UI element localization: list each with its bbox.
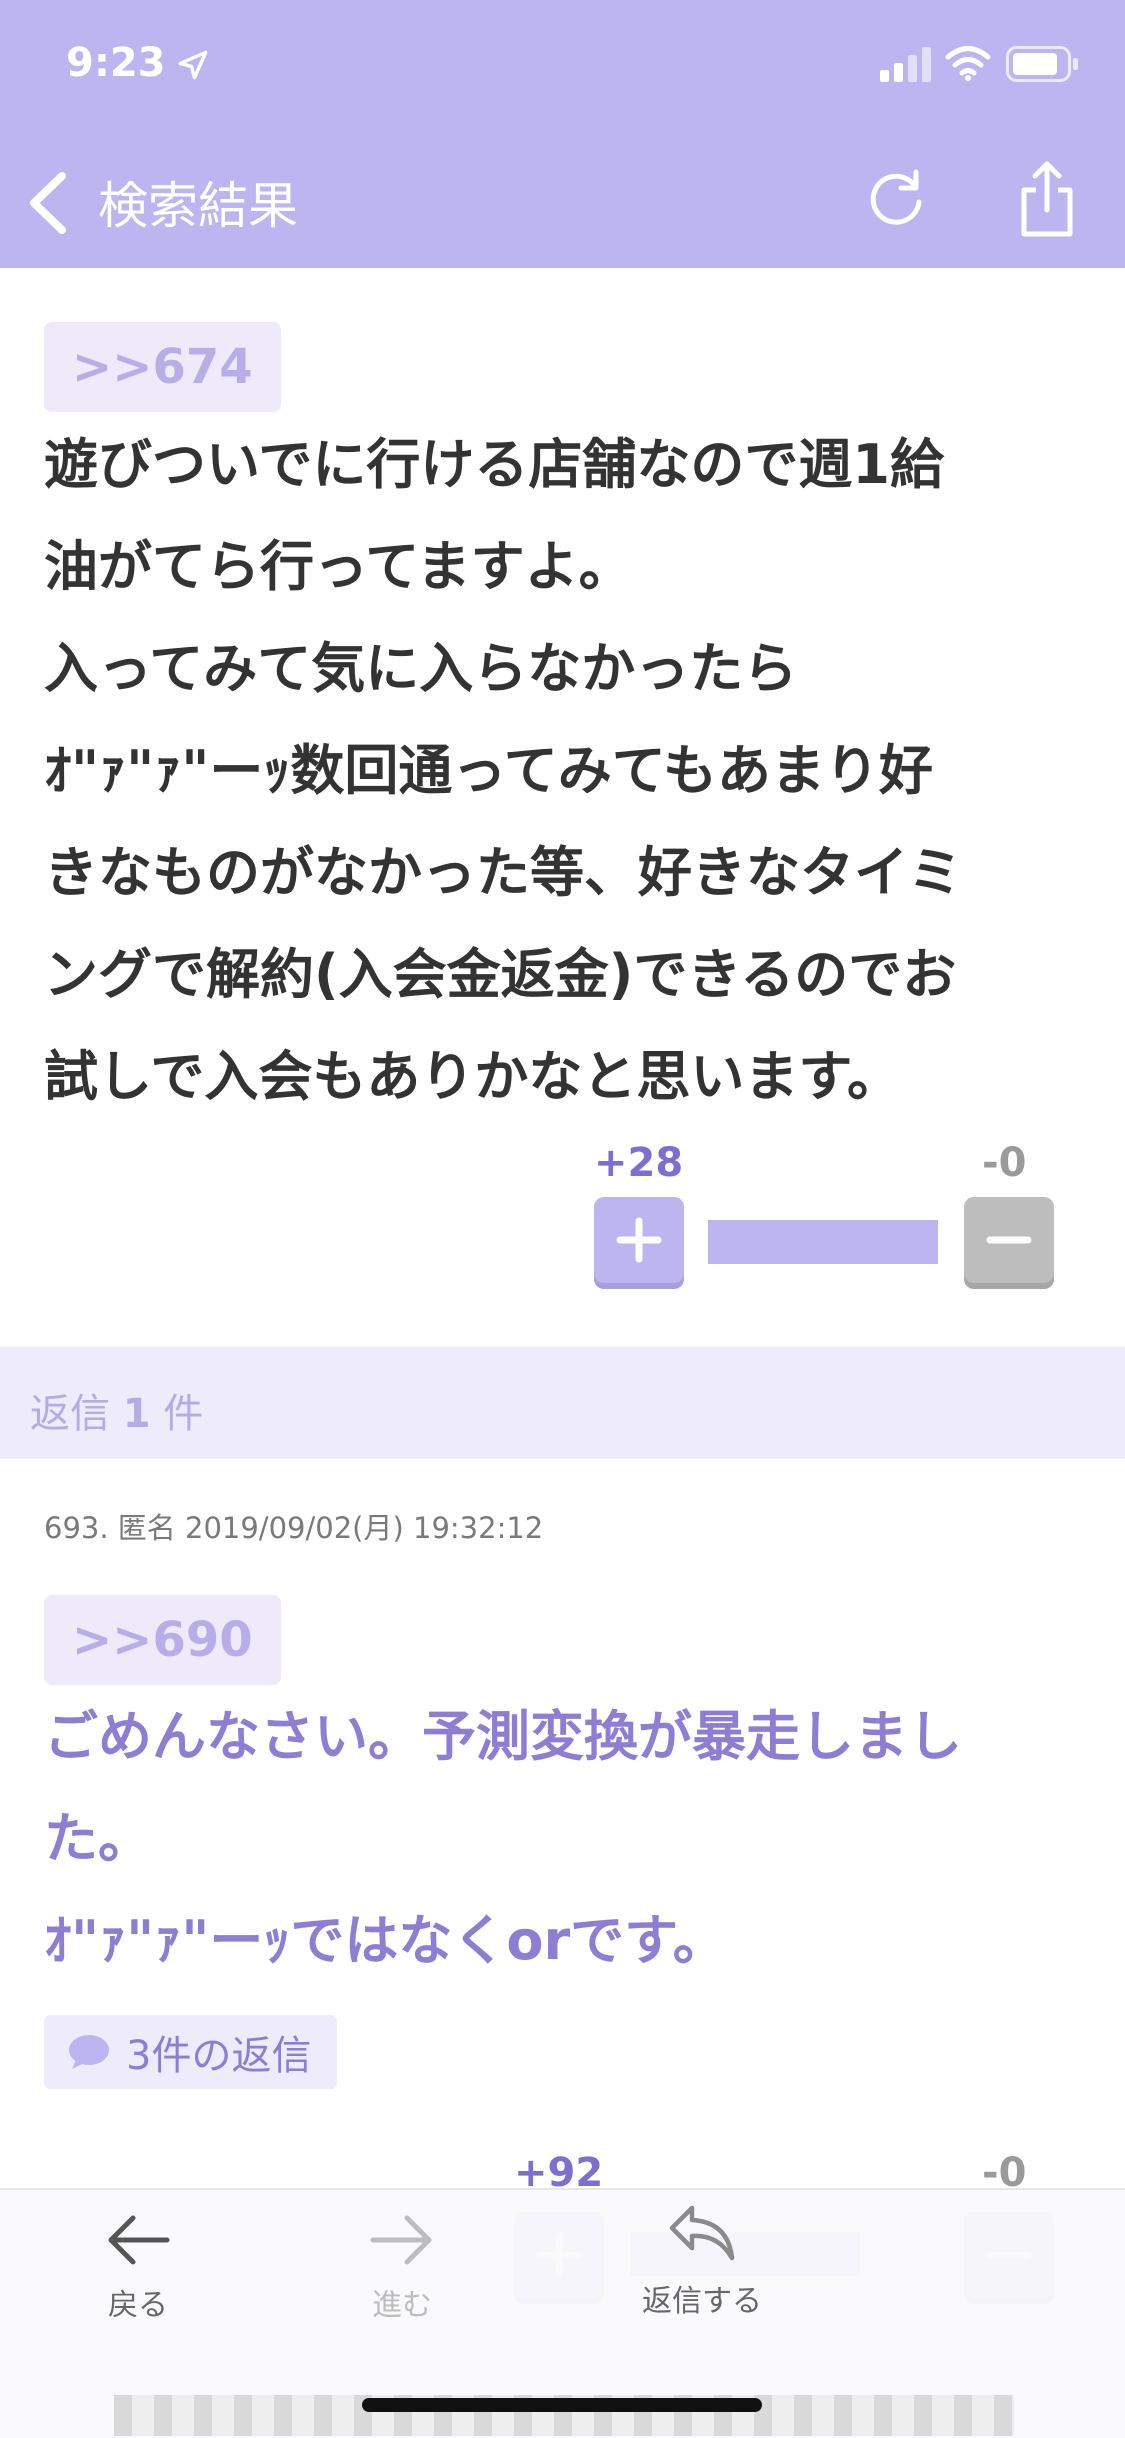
- arrow-left-icon: [108, 2215, 170, 2265]
- battery-icon: [1006, 46, 1078, 82]
- minus-vote-count: -0: [982, 1140, 1027, 1186]
- post-anchor-link[interactable]: >>690: [44, 1595, 281, 1685]
- post-meta: 693. 匿名 2019/09/02(月) 19:32:12: [44, 1511, 544, 1545]
- nav-bar: 検索結果: [0, 130, 1125, 268]
- chevron-left-icon[interactable]: [24, 170, 70, 236]
- post-body: ごめんなさい。予測変換が暴走しまし た。 ｵ"ｧ"ｧ"ーｯではなくorです。: [44, 1705, 962, 1972]
- wifi-icon: [945, 46, 991, 81]
- minus-icon: [986, 1236, 1032, 1244]
- plus-vote-count: +28: [594, 1140, 684, 1186]
- plus-icon: [616, 1217, 662, 1263]
- reply-arrow-icon: [669, 2205, 735, 2261]
- back-label: 戻る: [108, 2288, 168, 2323]
- share-icon[interactable]: [1016, 160, 1078, 238]
- replies-link[interactable]: 3件の返信: [44, 2015, 338, 2089]
- back-button[interactable]: 戻る: [38, 2212, 238, 2324]
- forward-label: 進む: [372, 2288, 432, 2323]
- arrow-right-icon: [370, 2215, 432, 2265]
- status-time: 9:23: [66, 40, 166, 86]
- minus-vote-button[interactable]: [964, 1197, 1054, 1283]
- speech-bubble-icon: [69, 2035, 109, 2069]
- reload-icon[interactable]: [866, 168, 926, 230]
- vote-ratio-bar: [708, 1220, 938, 1264]
- reply-header-prefix: 返信: [30, 1391, 123, 1437]
- home-indicator: [362, 2398, 762, 2412]
- reply-count: 1: [122, 1391, 151, 1437]
- post-anchor-link[interactable]: >>674: [44, 322, 281, 412]
- reply-button[interactable]: 返信する: [602, 2202, 802, 2320]
- post-body: 遊びついでに行ける店舗なので週1給 油がてら行ってますよ。 入ってみて気に入らな…: [44, 433, 962, 1108]
- forward-button[interactable]: 進む: [302, 2212, 502, 2324]
- status-bar: 9:23: [0, 0, 1125, 130]
- reply-label: 返信する: [642, 2284, 762, 2319]
- reply-header-suffix: 件: [150, 1391, 204, 1437]
- location-arrow-icon: [178, 50, 208, 80]
- nav-title[interactable]: 検索結果: [98, 166, 298, 238]
- cellular-signal-icon: [880, 47, 931, 82]
- reply-count-header: 返信 1 件: [0, 1347, 1125, 1459]
- plus-vote-button[interactable]: [594, 1197, 684, 1283]
- replies-link-label: 3件の返信: [126, 2033, 312, 2079]
